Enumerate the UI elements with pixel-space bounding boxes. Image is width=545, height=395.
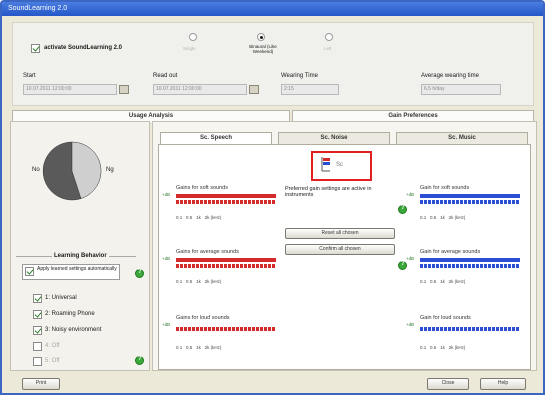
auto-apply-checkbox[interactable] xyxy=(25,267,34,276)
readout-field[interactable]: 10.07.2011 12:00:00 xyxy=(153,84,247,95)
pie-label-left: No xyxy=(32,167,40,173)
chart-y-label: +dB xyxy=(406,322,415,327)
confirm-all-button[interactable]: Confirm all chosen xyxy=(285,244,395,255)
gain-bar-row xyxy=(176,264,276,268)
start-field[interactable]: 10.07.2011 12:00:00 xyxy=(23,84,117,95)
help-green-icon[interactable] xyxy=(135,356,144,365)
main-window: SoundLearning 2.0 activate SoundLearning… xyxy=(0,0,545,395)
legend-flag-icon xyxy=(321,157,330,172)
gain-chart-soft-left: Gains for soft sounds +dB 0.1 0.5 1k 2k … xyxy=(162,185,277,225)
chart-title: Gains for soft sounds xyxy=(176,185,228,191)
program-label: 4: Off xyxy=(45,343,60,349)
print-button[interactable]: Print xyxy=(22,378,60,390)
chart-x-labels: 0.1 0.5 1k 2k (kHz) xyxy=(420,215,466,220)
gain-bar-row xyxy=(420,264,520,268)
gain-bar-row xyxy=(420,200,520,204)
chart-title: Gains for average sounds xyxy=(176,249,239,255)
gain-bar-row xyxy=(176,258,276,262)
chart-y-label: +dB xyxy=(406,256,415,261)
program-label: 5: Off xyxy=(45,358,60,364)
chart-title: Gain for loud sounds xyxy=(420,315,471,321)
pie-label-right: Ng xyxy=(106,167,114,173)
legend-label: Sc xyxy=(336,162,344,168)
gain-bar-row xyxy=(420,194,520,198)
gain-chart-loud-right: Gain for loud sounds +dB 0.1 0.5 1k 2k (… xyxy=(406,315,526,355)
chart-title: Gain for soft sounds xyxy=(420,185,470,191)
chart-y-label: +dB xyxy=(162,192,171,197)
help-green-icon[interactable] xyxy=(135,269,144,278)
program-label: 3: Noisy environment xyxy=(45,327,102,333)
mode-label-single: Single xyxy=(183,46,196,51)
gain-bar-row xyxy=(176,200,276,204)
chart-y-label: +dB xyxy=(162,322,171,327)
program-checkbox[interactable] xyxy=(33,342,42,351)
program-checkbox[interactable] xyxy=(33,294,42,303)
tab-speech[interactable]: Sc. Speech xyxy=(160,132,272,144)
gain-chart-average-left: Gains for average sounds +dB 0.1 0.5 1k … xyxy=(162,249,277,289)
mode-radio-left[interactable] xyxy=(325,33,333,41)
mode-radio-single[interactable] xyxy=(189,33,197,41)
chart-y-label: +dB xyxy=(406,192,415,197)
chart-x-labels: 0.1 0.5 1k 2k (kHz) xyxy=(420,279,466,284)
chart-x-labels: 0.1 0.5 1k 2k (kHz) xyxy=(176,215,222,220)
help-button[interactable]: Help xyxy=(480,378,526,390)
mode-radio-binaural[interactable] xyxy=(257,33,265,41)
start-label: Start xyxy=(23,73,36,79)
auto-apply-label: Apply learned settings automatically xyxy=(37,266,117,272)
start-calendar-icon[interactable] xyxy=(119,85,129,94)
chart-title: Gains for loud sounds xyxy=(176,315,230,321)
gain-bar-row xyxy=(420,258,520,262)
chart-x-labels: 0.1 0.5 1k 2k (kHz) xyxy=(176,279,222,284)
learning-header: Learning Behavior xyxy=(52,253,109,259)
gain-chart-loud-left: Gains for loud sounds +dB 0.1 0.5 1k 2k … xyxy=(162,315,277,355)
settings-strip: activate SoundLearning 2.0 Single Binaur… xyxy=(12,22,534,106)
title-bar: SoundLearning 2.0 xyxy=(2,2,543,16)
chart-x-labels: 0.1 0.5 1k 2k (kHz) xyxy=(420,345,466,350)
chart-x-labels: 0.1 0.5 1k 2k (kHz) xyxy=(176,345,222,350)
tab-music[interactable]: Sc. Music xyxy=(396,132,528,144)
readout-label: Read out xyxy=(153,73,178,79)
program-label: 1: Universal xyxy=(45,295,77,301)
gain-chart-average-right: Gain for average sounds +dB 0.1 0.5 1k 2… xyxy=(406,249,526,289)
readout-calendar-icon[interactable] xyxy=(249,85,259,94)
program-checkbox[interactable] xyxy=(33,310,42,319)
preferred-gain-info: Preferred gain settings are active in in… xyxy=(285,186,372,198)
wearing-time-label: Wearing Time xyxy=(281,73,318,79)
close-button[interactable]: Close xyxy=(427,378,469,390)
avg-wearing-field[interactable]: 6.5 h/day xyxy=(421,84,501,95)
program-label: 2: Roaming Phone xyxy=(45,311,95,317)
usage-pie-chart xyxy=(42,141,102,201)
gain-bar-row xyxy=(176,327,276,331)
mode-label-binaural: Binaural (Like Weekend) xyxy=(249,44,277,54)
tab-noise[interactable]: Sc. Noise xyxy=(278,132,390,144)
reset-all-button[interactable]: Reset all chosen xyxy=(285,228,395,239)
gain-bar-row xyxy=(176,194,276,198)
program-checkbox[interactable] xyxy=(33,326,42,335)
activate-checkbox[interactable] xyxy=(31,44,40,53)
program-checkbox[interactable] xyxy=(33,357,42,366)
mode-label-left: Left xyxy=(324,46,332,51)
activate-label: activate SoundLearning 2.0 xyxy=(44,45,123,51)
window-title: SoundLearning 2.0 xyxy=(8,5,68,12)
avg-wearing-label: Average wearing time xyxy=(421,73,479,79)
chart-y-label: +dB xyxy=(162,256,171,261)
wearing-time-field[interactable]: 2:15 xyxy=(281,84,339,95)
gain-bar-row xyxy=(420,327,520,331)
gain-chart-soft-right: Gain for soft sounds +dB 0.1 0.5 1k 2k (… xyxy=(406,185,526,225)
chart-title: Gain for average sounds xyxy=(420,249,481,255)
